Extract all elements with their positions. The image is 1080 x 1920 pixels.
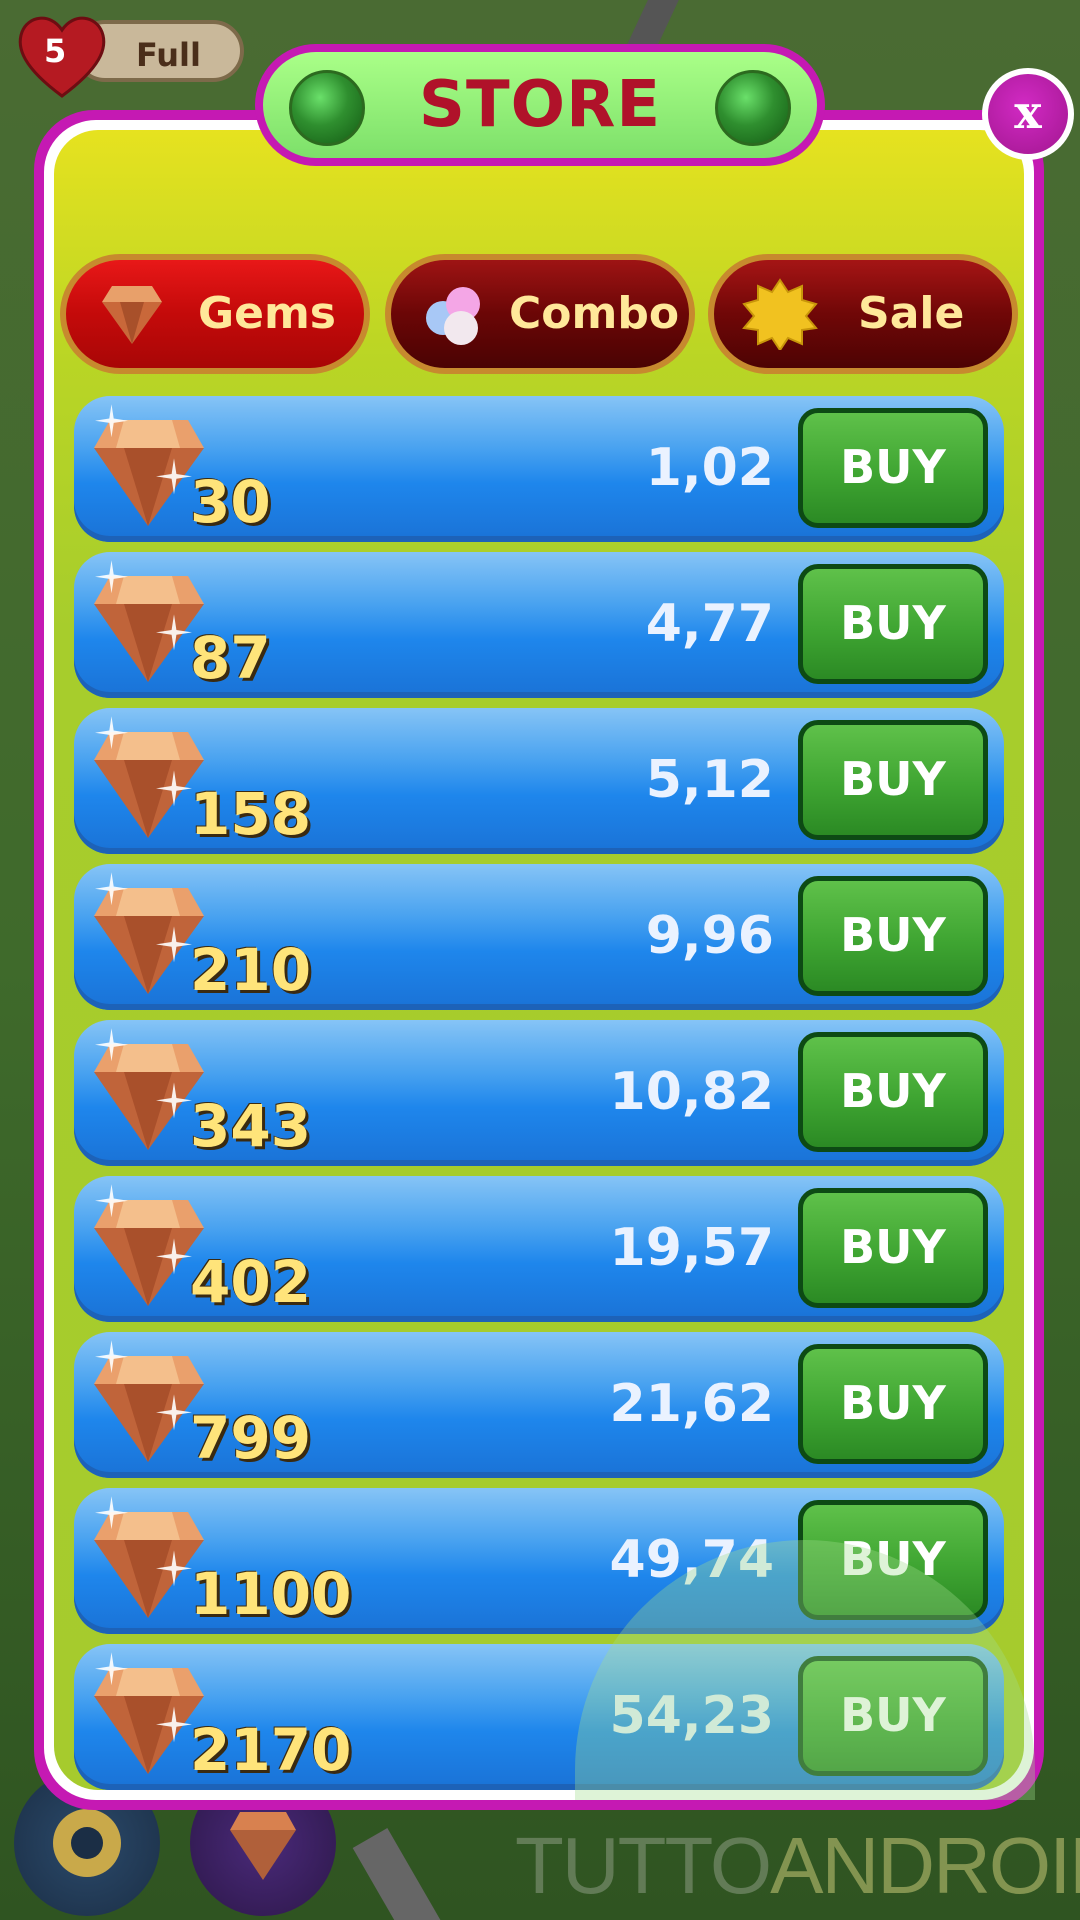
gem-pack-price: 4,77 — [645, 594, 774, 654]
close-icon: x — [988, 74, 1068, 154]
gem-pack-row: 343 10,82 BUY — [74, 1020, 1004, 1166]
tab-sale-label: Sale — [858, 288, 965, 339]
watermark: TUTTOANDROID — [515, 1820, 1080, 1912]
gem-pack-amount: 210 — [190, 936, 312, 1004]
gem-pack-amount: 30 — [190, 468, 271, 536]
gem-pack-amount: 87 — [190, 624, 271, 692]
gem-pack-price: 21,62 — [609, 1374, 774, 1434]
gem-pack-amount: 158 — [190, 780, 312, 848]
buy-button[interactable]: BUY — [798, 1344, 988, 1464]
lives-status-text: Full — [136, 36, 201, 74]
gem-pack-amount: 1100 — [190, 1560, 352, 1628]
buy-button[interactable]: BUY — [798, 1188, 988, 1308]
gem-pack-row: 402 19,57 BUY — [74, 1176, 1004, 1322]
gem-pack-amount: 2170 — [190, 1716, 352, 1784]
gem-pack-amount: 799 — [190, 1404, 312, 1472]
gem-pack-row: 87 4,77 BUY — [74, 552, 1004, 698]
close-button[interactable]: x — [982, 68, 1074, 160]
gem-pack-price: 10,82 — [609, 1062, 774, 1122]
gem-pack-row: 799 21,62 BUY — [74, 1332, 1004, 1478]
tab-gems-label: Gems — [198, 288, 336, 339]
gem-pack-row: 158 5,12 BUY — [74, 708, 1004, 854]
gem-pack-row: 30 1,02 BUY — [74, 396, 1004, 542]
buy-button[interactable]: BUY — [798, 564, 988, 684]
buy-button[interactable]: BUY — [798, 720, 988, 840]
gem-pack-row: 210 9,96 BUY — [74, 864, 1004, 1010]
buy-button[interactable]: BUY — [798, 1032, 988, 1152]
buy-button[interactable]: BUY — [798, 408, 988, 528]
gem-pack-price: 19,57 — [609, 1218, 774, 1278]
tab-gems[interactable]: Gems — [60, 254, 370, 374]
watermark-part2: ANDROID — [770, 1821, 1080, 1910]
tab-sale[interactable]: Sale — [708, 254, 1018, 374]
store-title-plate: STORE — [255, 44, 825, 166]
gem-pack-price: 5,12 — [645, 750, 774, 810]
tab-combo-label: Combo — [509, 288, 680, 339]
watermark-part1: TUTTO — [515, 1821, 772, 1910]
sale-badge-icon — [742, 278, 818, 350]
gem-pack-price: 1,02 — [645, 438, 774, 498]
lives-indicator: Full 5 — [14, 10, 244, 98]
lives-count: 5 — [44, 32, 67, 70]
gem-icon — [102, 286, 162, 344]
gem-pack-price: 9,96 — [645, 906, 774, 966]
buy-button[interactable]: BUY — [798, 876, 988, 996]
gem-pack-amount: 343 — [190, 1092, 312, 1160]
gem-pack-amount: 402 — [190, 1248, 312, 1316]
green-light-icon — [715, 70, 791, 146]
combo-icon — [426, 287, 480, 345]
tab-combo[interactable]: Combo — [385, 254, 695, 374]
